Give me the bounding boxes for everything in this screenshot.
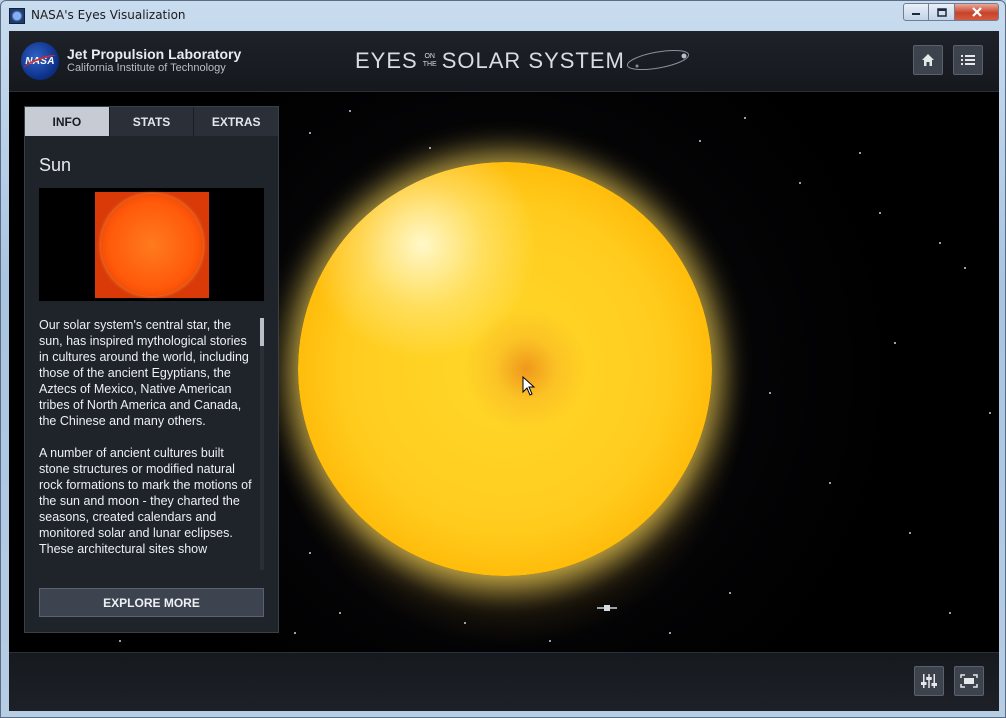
tab-stats[interactable]: STATS [109,107,195,136]
description-text[interactable]: Our solar system's central star, the sun… [39,317,257,572]
title-on-the: ON THE [423,53,437,69]
app-header: NASA Jet Propulsion Laboratory Californi… [9,31,999,92]
sun-body[interactable] [298,162,712,576]
scrollbar-thumb[interactable] [260,318,264,346]
window-controls [903,3,999,21]
description-paragraph: Our solar system's central star, the sun… [39,318,249,428]
list-icon [961,55,975,65]
star [699,140,701,142]
star [309,132,311,134]
app-content: NASA Jet Propulsion Laboratory Californi… [9,31,999,711]
app-window: NASA's Eyes Visualization NASA Jet Propu… [0,0,1006,718]
star [799,182,801,184]
orbit-decoration-icon [626,49,690,71]
app-icon [9,8,25,24]
star [894,342,896,344]
minimize-icon [912,13,920,15]
description-paragraph: A number of ancient cultures built stone… [39,446,252,556]
nasa-logo[interactable]: NASA [21,42,59,80]
title-bar[interactable]: NASA's Eyes Visualization [1,1,1005,31]
fullscreen-icon [960,674,978,688]
nasa-logo-text: NASA [25,55,55,67]
title-solar-system: SOLAR SYSTEM [441,48,625,73]
star [829,482,831,484]
spacecraft-icon[interactable] [597,602,617,614]
title-the: THE [422,61,437,68]
star [294,632,296,634]
lab-subtitle: California Institute of Technology [67,62,226,74]
star [909,532,911,534]
star [744,117,746,119]
tab-extras[interactable]: EXTRAS [194,107,279,136]
mouse-cursor-icon [522,376,536,396]
app-logo-title: EYES ON THE SOLAR SYSTEM [355,48,625,74]
fullscreen-button[interactable] [954,666,984,696]
settings-button[interactable] [914,666,944,696]
lab-name: Jet Propulsion Laboratory [67,46,242,62]
sun-thumbnail-image [39,188,264,301]
explore-more-button[interactable]: EXPLORE MORE [39,588,264,617]
sun-thumbnail-disk [95,192,209,298]
app-footer [9,652,999,711]
minimize-button[interactable] [903,3,929,21]
star [989,412,991,414]
close-icon [971,7,982,17]
window-title: NASA's Eyes Visualization [31,8,186,22]
menu-list-button[interactable] [953,45,983,75]
sliders-icon [921,674,937,688]
info-panel: INFO STATS EXTRAS Sun Our solar system's… [24,106,279,633]
star [119,640,121,642]
star [349,110,351,112]
star [964,267,966,269]
star [859,152,861,154]
description-scrollbar[interactable] [260,318,264,570]
title-on: ON [424,53,435,60]
home-button[interactable] [913,45,943,75]
panel-tabs: INFO STATS EXTRAS [25,107,279,136]
maximize-button[interactable] [929,3,955,21]
close-button[interactable] [955,3,999,21]
home-icon [922,54,934,66]
body-title: Sun [39,155,72,175]
star [879,212,881,214]
title-eyes: EYES [355,48,418,73]
maximize-icon [936,7,947,17]
tab-info[interactable]: INFO [25,107,110,136]
star [939,242,941,244]
star [949,612,951,614]
